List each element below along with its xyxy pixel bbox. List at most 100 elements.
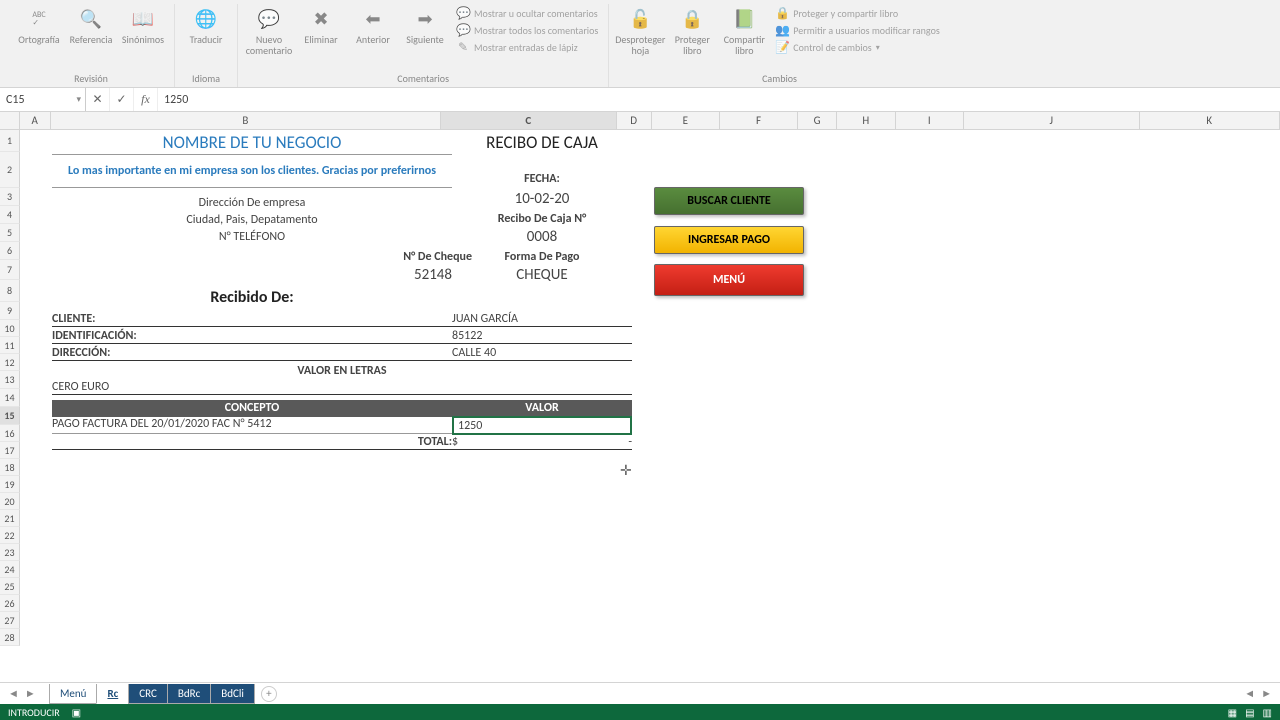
scroll-left-icon[interactable]: ◄ xyxy=(1244,687,1255,700)
view-normal-icon[interactable]: ▦ xyxy=(1228,706,1237,719)
ribbon-show-ink[interactable]: ✎Mostrar entradas de lápiz xyxy=(456,40,598,55)
sheet-tab-bdrc[interactable]: BdRc xyxy=(167,684,211,704)
ribbon-protect-share[interactable]: 🔒Proteger y compartir libro xyxy=(775,6,939,21)
ribbon-track-changes[interactable]: 📝Control de cambios ▾ xyxy=(775,40,939,55)
row-header-23[interactable]: 23 xyxy=(0,544,20,561)
row-header-6[interactable]: 6 xyxy=(0,242,20,260)
th-concepto: CONCEPTO xyxy=(52,400,452,417)
row-header-3[interactable]: 3 xyxy=(0,188,20,206)
sheet-tab-menu[interactable]: Menú xyxy=(49,684,97,704)
row-header-8[interactable]: 8 xyxy=(0,280,20,302)
formula-input[interactable]: 1250 xyxy=(158,88,1280,111)
ribbon-protect-book[interactable]: 🔒 Proteger libro xyxy=(667,4,717,58)
formula-bar: C15 ✕ ✓ fx 1250 xyxy=(0,88,1280,112)
search-client-button[interactable]: BUSCAR CLIENTE xyxy=(654,187,804,215)
row-header-16[interactable]: 16 xyxy=(0,425,20,442)
row-header-15[interactable]: 15 xyxy=(0,407,20,425)
worksheet[interactable]: A B C D E F G H I J K 123456789101112131… xyxy=(0,112,1280,680)
row-header-2[interactable]: 2 xyxy=(0,152,20,188)
scroll-right-icon[interactable]: ► xyxy=(1261,687,1272,700)
view-layout-icon[interactable]: ▤ xyxy=(1245,706,1254,719)
ribbon-share-book[interactable]: 📗 Compartir libro xyxy=(719,4,769,58)
row-header-9[interactable]: 9 xyxy=(0,302,20,320)
col-header-C[interactable]: C xyxy=(441,112,617,129)
name-box[interactable]: C15 xyxy=(0,88,86,111)
row-header-20[interactable]: 20 xyxy=(0,493,20,510)
row-header-12[interactable]: 12 xyxy=(0,354,20,371)
address-line1: Dirección De empresa xyxy=(52,196,452,210)
col-header-A[interactable]: A xyxy=(20,112,51,129)
confirm-edit-button[interactable]: ✓ xyxy=(110,88,134,111)
sheet-tab-crc[interactable]: CRC xyxy=(128,684,168,704)
row-header-5[interactable]: 5 xyxy=(0,224,20,242)
view-break-icon[interactable]: ▥ xyxy=(1263,706,1272,719)
col-header-H[interactable]: H xyxy=(837,112,896,129)
ribbon-unprotect-sheet[interactable]: 🔓 Desproteger hoja xyxy=(615,4,665,58)
comment-new-icon: 💬 xyxy=(256,6,282,32)
ribbon-allow-ranges[interactable]: 👥Permitir a usuarios modificar rangos xyxy=(775,23,939,38)
id-label: IDENTIFICACIÓN: xyxy=(52,329,452,344)
ribbon-next-comment[interactable]: ➡ Siguiente xyxy=(400,4,450,47)
row-header-13[interactable]: 13 xyxy=(0,371,20,389)
row-header-22[interactable]: 22 xyxy=(0,527,20,544)
ribbon-delete-comment[interactable]: ✖ Eliminar xyxy=(296,4,346,47)
slogan: Lo mas importante en mi empresa son los … xyxy=(52,154,452,188)
address-phone: N° TELÉFONO xyxy=(52,230,452,244)
lock-book-icon: 🔒 xyxy=(679,6,705,32)
enter-payment-button[interactable]: INGRESAR PAGO xyxy=(654,226,804,254)
col-header-G[interactable]: G xyxy=(798,112,837,129)
ribbon-new-comment[interactable]: 💬 Nuevo comentario xyxy=(244,4,294,58)
row-header-4[interactable]: 4 xyxy=(0,206,20,224)
col-header-D[interactable]: D xyxy=(617,112,652,129)
ribbon-group-label: Comentarios xyxy=(397,70,449,87)
add-sheet-button[interactable]: + xyxy=(261,686,277,702)
menu-button[interactable]: MENÚ xyxy=(654,264,804,296)
received-label: Recibido De: xyxy=(52,288,452,307)
row-header-7[interactable]: 7 xyxy=(0,260,20,280)
row-header-24[interactable]: 24 xyxy=(0,561,20,578)
row-header-11[interactable]: 11 xyxy=(0,337,20,354)
row-header-21[interactable]: 21 xyxy=(0,510,20,527)
sheet-tab-rc[interactable]: Rc xyxy=(96,684,129,704)
row-header-14[interactable]: 14 xyxy=(0,389,20,407)
col-header-K[interactable]: K xyxy=(1140,112,1280,129)
users-icon: 👥 xyxy=(775,23,789,38)
ribbon-group-label: Idioma xyxy=(192,70,220,87)
ribbon-thesaurus[interactable]: 📖 Sinónimos xyxy=(118,4,168,47)
row-header-28[interactable]: 28 xyxy=(0,629,20,646)
col-header-J[interactable]: J xyxy=(964,112,1140,129)
col-header-I[interactable]: I xyxy=(896,112,964,129)
ribbon-reference[interactable]: 🔍 Referencia xyxy=(66,4,116,47)
total-currency: $ xyxy=(452,435,458,449)
ribbon-show-all-comments[interactable]: 💬Mostrar todos los comentarios xyxy=(456,23,598,38)
ribbon-translate[interactable]: 🌐 Traducir xyxy=(181,4,231,47)
cancel-edit-button[interactable]: ✕ xyxy=(86,88,110,111)
tab-nav-prev[interactable]: ◄ xyxy=(8,687,19,700)
ink-icon: ✎ xyxy=(456,40,470,55)
selected-cell[interactable]: 1250 xyxy=(452,416,632,435)
row-header-19[interactable]: 19 xyxy=(0,476,20,493)
select-all-corner[interactable] xyxy=(0,112,20,129)
comment-delete-icon: ✖ xyxy=(308,6,334,32)
row-header-18[interactable]: 18 xyxy=(0,459,20,476)
fx-button[interactable]: fx xyxy=(134,88,158,111)
comments-icon: 💬 xyxy=(456,23,470,38)
row-header-10[interactable]: 10 xyxy=(0,320,20,337)
row-header-1[interactable]: 1 xyxy=(0,130,20,152)
ribbon-show-hide-comments[interactable]: 💬Mostrar u ocultar comentarios xyxy=(456,6,598,21)
row-header-26[interactable]: 26 xyxy=(0,595,20,612)
row-concepto: PAGO FACTURA DEL 20/01/2020 FAC N° 5412 xyxy=(52,417,452,434)
row-header-25[interactable]: 25 xyxy=(0,578,20,595)
ribbon-prev-comment[interactable]: ⬅ Anterior xyxy=(348,4,398,47)
sheet-tab-bdcli[interactable]: BdCli xyxy=(210,684,255,704)
addr-label: DIRECCIÓN: xyxy=(52,346,452,361)
macro-record-icon[interactable]: ▣ xyxy=(72,706,81,719)
row-valor: 1250 xyxy=(458,419,482,433)
col-header-B[interactable]: B xyxy=(51,112,441,129)
col-header-E[interactable]: E xyxy=(652,112,720,129)
row-header-17[interactable]: 17 xyxy=(0,442,20,459)
tab-nav-next[interactable]: ► xyxy=(25,687,36,700)
col-header-F[interactable]: F xyxy=(720,112,798,129)
row-header-27[interactable]: 27 xyxy=(0,612,20,629)
ribbon-spellcheck[interactable]: ABC✓ Ortografía xyxy=(14,4,64,47)
